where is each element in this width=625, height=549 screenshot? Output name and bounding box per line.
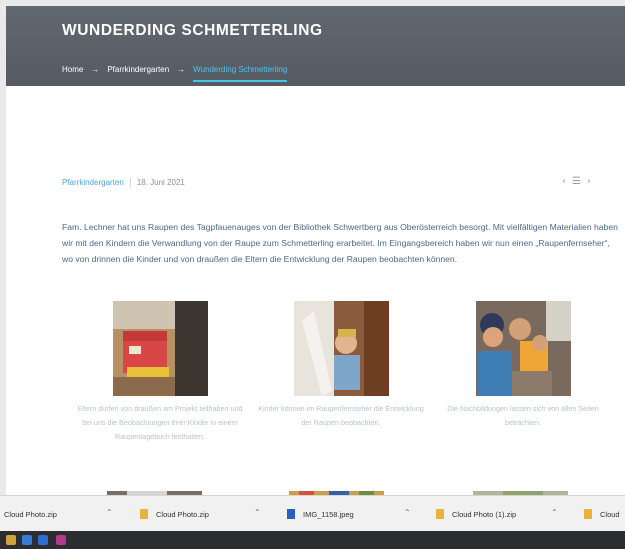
start-icon[interactable] — [22, 535, 32, 545]
download-filename: Cloud — [600, 509, 620, 519]
browser-icon[interactable] — [38, 535, 48, 545]
post-meta: Pfarrkindergarten 18. Juni 2021 — [62, 178, 185, 187]
gallery-image-row2-2[interactable] — [289, 488, 384, 495]
download-filename: Cloud Photo (1).zip — [452, 509, 517, 519]
post-navigation: ‹ ☰ › — [562, 176, 597, 187]
post-body: Fam. Lechner hat uns Raupen des Tagpfaue… — [62, 222, 618, 264]
gallery-item[interactable]: Kinder können im Raupenfernseher die Ent… — [256, 301, 426, 430]
breadcrumb-pfarrkindergarten[interactable]: Pfarrkindergarten — [107, 65, 169, 74]
download-item[interactable]: Cloud Photo (1).zip — [436, 496, 516, 532]
gallery-caption: Kinder können im Raupenfernseher die Ent… — [258, 404, 424, 427]
file-explorer-icon[interactable] — [6, 535, 16, 545]
page: WUNDERDING SCHMETTERLING Home → Pfarrkinde… — [6, 6, 625, 495]
chevron-up-icon[interactable]: ⌃ — [106, 508, 113, 517]
page-title: WUNDERDING SCHMETTERLING — [62, 22, 323, 39]
download-bar: Cloud Photo.zip ⌃ Cloud Photo.zip ⌃ IMG_… — [0, 495, 625, 532]
image-file-icon — [287, 509, 295, 519]
zip-file-icon — [140, 509, 148, 519]
gallery-image-children-group[interactable] — [475, 301, 571, 396]
gallery-image-row2-3[interactable] — [473, 488, 568, 495]
breadcrumb-separator: → — [91, 65, 100, 74]
zip-file-icon — [436, 509, 444, 519]
gallery-image-child-window[interactable] — [293, 301, 389, 396]
gallery-image-caterpillar-box[interactable] — [112, 301, 208, 396]
post-date: 18. Juni 2021 — [129, 178, 185, 187]
gallery-image-row2-1[interactable] — [107, 488, 202, 495]
download-filename: IMG_1158.jpeg — [303, 509, 354, 519]
chevron-up-icon[interactable]: ⌃ — [404, 508, 411, 517]
breadcrumb-home[interactable]: Home — [62, 65, 83, 74]
prev-post-icon[interactable]: ‹ — [562, 176, 566, 187]
page-header: WUNDERDING SCHMETTERLING Home → Pfarrkinde… — [6, 6, 625, 86]
post-category-link[interactable]: Pfarrkindergarten — [62, 178, 124, 187]
post-list-icon[interactable]: ☰ — [572, 176, 581, 187]
taskbar — [0, 531, 625, 549]
download-filename: Cloud Photo.zip — [156, 509, 209, 519]
chevron-up-icon[interactable]: ⌃ — [254, 508, 261, 517]
gallery-caption: Eltern dürfen von draußen am Projekt tei… — [77, 404, 243, 441]
breadcrumb-separator: → — [177, 65, 186, 74]
download-filename: Cloud Photo.zip — [4, 509, 57, 519]
breadcrumb-current: Wunderding Schmetterling — [193, 65, 288, 82]
download-item[interactable]: Cloud Photo.zip — [4, 496, 57, 532]
gallery-item[interactable]: Die Nachbildungen lassen sich von allen … — [438, 301, 608, 430]
download-item[interactable]: Cloud Photo.zip — [140, 496, 209, 532]
chevron-up-icon[interactable]: ⌃ — [551, 508, 558, 517]
gallery-caption: Die Nachbildungen lassen sich von allen … — [447, 404, 599, 427]
breadcrumb: Home → Pfarrkindergarten → Wunderding Schmet… — [62, 65, 288, 82]
next-post-icon[interactable]: › — [587, 176, 591, 187]
app-icon[interactable] — [56, 535, 66, 545]
download-item[interactable]: IMG_1158.jpeg — [287, 496, 354, 532]
gallery-item[interactable]: Eltern dürfen von draußen am Projekt tei… — [75, 301, 245, 444]
download-item[interactable]: Cloud — [584, 496, 620, 532]
zip-file-icon — [584, 509, 592, 519]
